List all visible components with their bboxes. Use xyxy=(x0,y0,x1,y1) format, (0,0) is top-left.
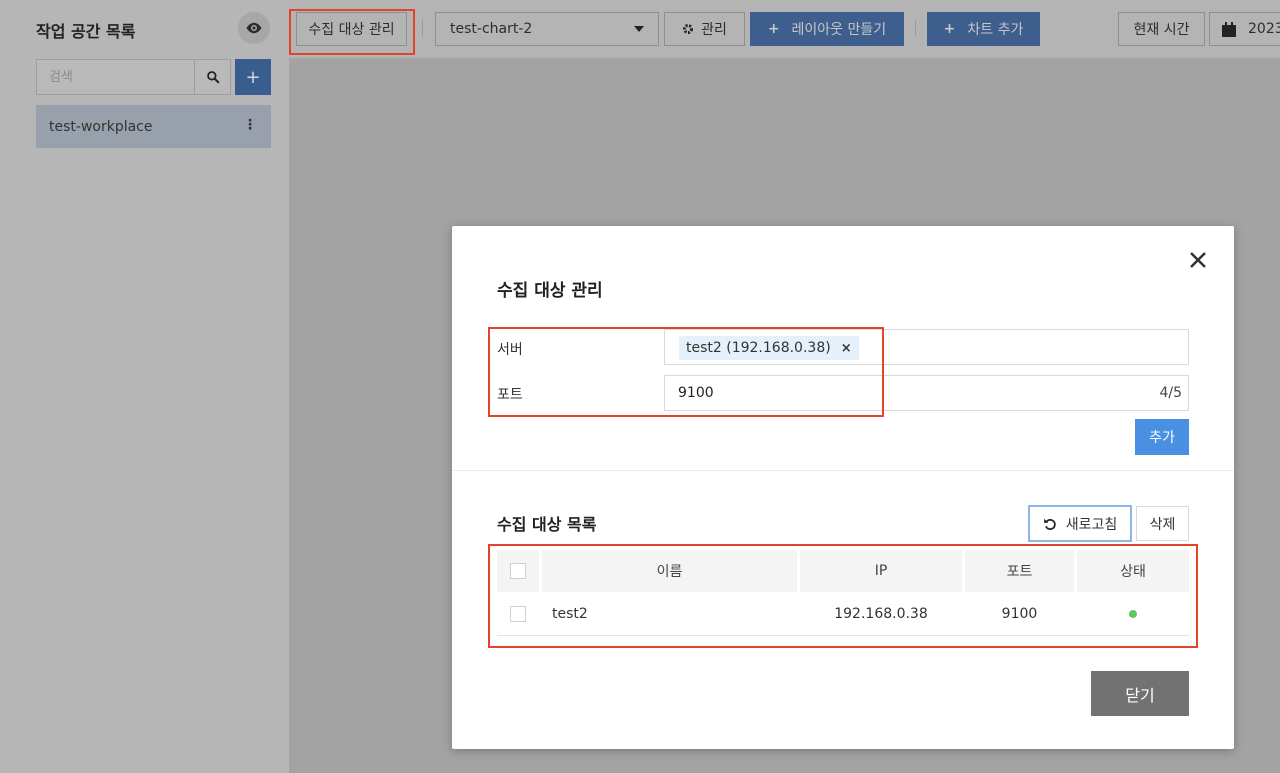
server-tag-label: test2 (192.168.0.38) xyxy=(686,340,831,356)
cell-name: test2 xyxy=(552,606,588,622)
refresh-icon xyxy=(1043,518,1056,530)
search-button[interactable] xyxy=(194,60,230,94)
add-chart-button[interactable]: + 차트 추가 xyxy=(927,12,1040,46)
server-label: 서버 xyxy=(497,342,523,358)
chart-select-value: test-chart-2 xyxy=(450,21,533,37)
toolbar-divider xyxy=(422,20,423,36)
modal-close-button[interactable] xyxy=(1186,248,1210,272)
column-header-status: 상태 xyxy=(1077,550,1189,592)
date-range-picker[interactable]: 2023 xyxy=(1209,12,1280,46)
collect-target-modal: 수집 대상 관리 서버 test2 (192.168.0.38) × 포트 4/… xyxy=(452,226,1234,749)
toolbar-divider xyxy=(915,20,916,36)
cell-ip: 192.168.0.38 xyxy=(834,606,928,622)
eye-icon xyxy=(246,22,262,34)
plus-icon: + xyxy=(943,21,956,37)
current-time-button-label: 현재 시간 xyxy=(1133,22,1190,38)
close-icon xyxy=(1190,252,1206,268)
cell-port: 9100 xyxy=(1001,606,1038,622)
status-dot-icon xyxy=(1129,610,1137,618)
caret-down-icon xyxy=(634,26,644,32)
workspace-sidebar: 작업 공간 목록 + test-workplace ⋮ xyxy=(0,0,289,773)
refresh-button[interactable]: 새로고침 xyxy=(1028,505,1132,542)
port-char-counter: 4/5 xyxy=(1159,385,1182,401)
workspace-item-label: test-workplace xyxy=(49,118,153,135)
collect-target-button[interactable]: 수집 대상 관리 xyxy=(296,12,407,46)
port-label: 포트 xyxy=(497,387,523,403)
port-input[interactable] xyxy=(665,376,1188,410)
select-all-checkbox[interactable] xyxy=(510,563,526,579)
row-select-cell xyxy=(497,592,539,636)
target-table: 이름 IP 포트 상태 test2 192.168.0.38 9100 xyxy=(497,550,1189,636)
column-header-name: 이름 xyxy=(542,550,797,592)
sidebar-title: 작업 공간 목록 xyxy=(36,22,136,41)
calendar-icon xyxy=(1222,21,1236,37)
add-chart-button-label: 차트 추가 xyxy=(967,22,1024,38)
tag-remove-icon[interactable]: × xyxy=(841,341,852,356)
server-multiselect[interactable]: test2 (192.168.0.38) × xyxy=(664,329,1189,365)
plus-icon: + xyxy=(767,21,780,37)
column-header-ip: IP xyxy=(800,550,962,592)
add-workspace-button[interactable]: + xyxy=(235,59,271,95)
select-all-cell xyxy=(497,550,539,592)
create-layout-button-label: 레이아웃 만들기 xyxy=(791,22,887,38)
chart-select[interactable]: test-chart-2 xyxy=(435,12,659,46)
visibility-toggle-button[interactable] xyxy=(238,12,270,44)
modal-title: 수집 대상 관리 xyxy=(497,281,603,301)
create-layout-button[interactable]: + 레이아웃 만들기 xyxy=(750,12,904,46)
refresh-button-label: 새로고침 xyxy=(1065,516,1118,533)
workspace-search xyxy=(36,59,231,95)
table-header: 이름 IP 포트 상태 xyxy=(497,550,1189,592)
port-field: 4/5 xyxy=(664,375,1189,411)
search-icon xyxy=(206,71,219,84)
close-button[interactable]: 닫기 xyxy=(1091,671,1189,716)
collect-target-button-label: 수집 대상 관리 xyxy=(308,22,395,38)
more-vertical-icon[interactable]: ⋮ xyxy=(243,117,257,133)
server-tag: test2 (192.168.0.38) × xyxy=(679,336,859,360)
cell-status xyxy=(1077,592,1189,636)
row-checkbox[interactable] xyxy=(510,606,526,622)
manage-button[interactable]: 관리 xyxy=(664,12,745,46)
table-row[interactable]: test2 192.168.0.38 9100 xyxy=(497,592,1189,636)
delete-button[interactable]: 삭제 xyxy=(1136,506,1189,541)
manage-button-label: 관리 xyxy=(701,22,727,38)
workspace-search-input[interactable] xyxy=(37,60,195,94)
column-header-port: 포트 xyxy=(965,550,1074,592)
workspace-item[interactable]: test-workplace ⋮ xyxy=(36,105,271,148)
plus-icon: + xyxy=(245,66,261,88)
target-list-title: 수집 대상 목록 xyxy=(497,515,597,534)
section-divider xyxy=(452,470,1234,471)
top-toolbar: 수집 대상 관리 test-chart-2 관리 + 레이아웃 만들기 + 차트… xyxy=(289,0,1280,58)
add-target-button[interactable]: 추가 xyxy=(1135,419,1189,455)
date-range-text: 2023 xyxy=(1248,21,1280,37)
current-time-button[interactable]: 현재 시간 xyxy=(1118,12,1205,46)
gear-icon xyxy=(683,24,694,34)
